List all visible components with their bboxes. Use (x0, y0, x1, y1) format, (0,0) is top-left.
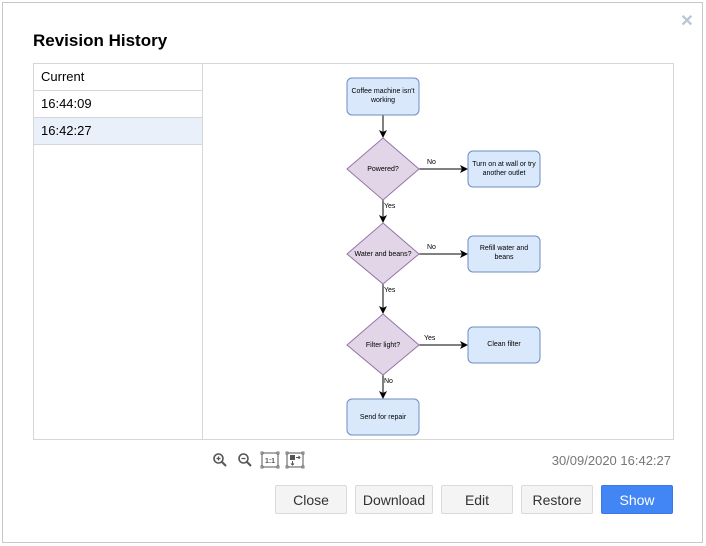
download-button[interactable]: Download (355, 485, 433, 514)
edge-label: No (427, 159, 436, 166)
revision-timestamp: 30/09/2020 16:42:27 (551, 453, 671, 468)
node-turn-on: Turn on at wall or try another outlet (467, 150, 541, 188)
node-start: Coffee machine isn't working (346, 77, 420, 116)
diagram-preview: Coffee machine isn't working Powered? Tu… (202, 63, 674, 440)
svg-text:Clean filter: Clean filter (487, 341, 521, 348)
actual-size-icon[interactable]: 1:1 (258, 451, 282, 469)
edge-label: No (384, 378, 393, 385)
revision-list: Current 16:44:09 16:42:27 (33, 63, 203, 440)
svg-text:Coffee machine isn't: Coffee machine isn't (351, 88, 414, 95)
restore-button[interactable]: Restore (521, 485, 593, 514)
revision-item[interactable]: 16:44:09 (34, 91, 203, 118)
svg-text:Filter light?: Filter light? (366, 342, 400, 349)
close-icon[interactable]: ✕ (680, 14, 694, 30)
svg-text:Water and beans?: Water and beans? (355, 251, 412, 258)
node-clean: Clean filter (467, 326, 541, 364)
edge-label: Yes (424, 335, 436, 342)
svg-text:another outlet: another outlet (483, 170, 526, 177)
node-repair: Send for repair (346, 398, 420, 436)
dialog-title: Revision History (33, 31, 168, 50)
edge-label: No (427, 244, 436, 251)
svg-text:working: working (370, 97, 395, 104)
edge-label: Yes (384, 287, 396, 294)
close-button[interactable]: Close (275, 485, 347, 514)
zoom-out-icon[interactable] (233, 451, 257, 469)
edge-label: Yes (384, 203, 396, 210)
fit-window-icon[interactable] (283, 451, 307, 469)
zoom-in-icon[interactable] (208, 451, 232, 469)
svg-text:Powered?: Powered? (367, 166, 399, 173)
svg-text:Turn on at wall or try: Turn on at wall or try (472, 161, 536, 168)
flowchart: Coffee machine isn't working Powered? Tu… (346, 77, 541, 436)
svg-text:beans: beans (494, 254, 514, 261)
preview-toolbar: 1:1 (208, 451, 308, 469)
node-powered: Powered? (346, 137, 420, 201)
svg-text:1:1: 1:1 (265, 458, 275, 465)
node-filter: Filter light? (346, 313, 420, 376)
svg-text:Refill water and: Refill water and (480, 245, 528, 252)
revision-item-current[interactable]: Current (34, 64, 203, 91)
node-water: Water and beans? (346, 222, 420, 285)
svg-text:Send for repair: Send for repair (360, 414, 407, 421)
revision-item-selected[interactable]: 16:42:27 (34, 118, 203, 145)
node-refill: Refill water and beans (467, 235, 541, 273)
show-button[interactable]: Show (601, 485, 673, 514)
edit-button[interactable]: Edit (441, 485, 513, 514)
